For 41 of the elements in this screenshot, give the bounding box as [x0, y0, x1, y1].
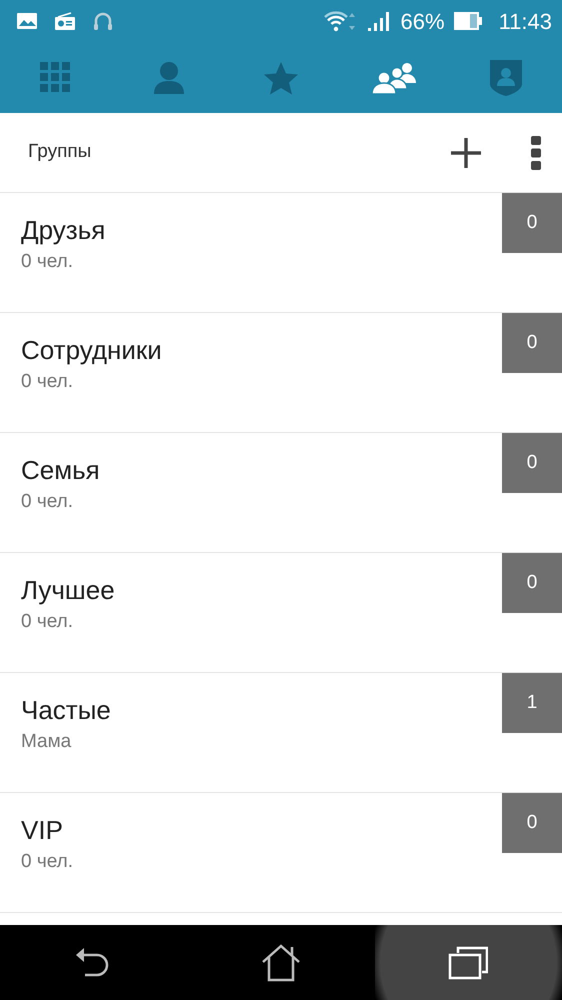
clock-time: 11:43 [498, 8, 552, 36]
member-count: 0 [502, 313, 562, 373]
group-item[interactable]: Друзья 0 чел. 0 [0, 193, 562, 313]
group-item[interactable]: Лучшее 0 чел. 0 [0, 553, 562, 673]
group-members: 0 чел. [21, 250, 74, 274]
group-item[interactable]: Сотрудники 0 чел. 0 [0, 313, 562, 433]
more-options-button[interactable] [530, 134, 542, 170]
battery-percentage: 66% [400, 8, 445, 36]
screen-title: Группы [28, 140, 92, 164]
member-count: 0 [502, 433, 562, 493]
person-icon [152, 60, 185, 94]
group-item[interactable]: Частые Мама 1 [0, 673, 562, 793]
plus-icon [450, 136, 482, 168]
image-icon [16, 11, 38, 31]
more-icon [530, 134, 542, 170]
add-button[interactable] [450, 136, 482, 168]
group-name: Лучшее [21, 575, 115, 606]
headphones-icon [92, 11, 114, 31]
battery-icon [452, 10, 483, 32]
group-name: Сотрудники [21, 335, 162, 366]
home-icon [260, 944, 301, 982]
recent-apps-icon [448, 946, 488, 980]
group-members: 0 чел. [21, 490, 74, 514]
group-members: 0 чел. [21, 850, 74, 874]
group-name: Частые [21, 695, 111, 726]
group-item[interactable]: Семья 0 чел. 0 [0, 433, 562, 553]
member-count: 0 [502, 193, 562, 253]
group-name: Семья [21, 455, 100, 486]
group-members: Мама [21, 730, 72, 754]
group-name: VIP [21, 815, 63, 846]
group-name: Друзья [21, 215, 106, 246]
star-icon [263, 60, 300, 94]
recent-apps-button[interactable] [374, 925, 562, 1000]
member-count: 0 [502, 553, 562, 613]
group-item[interactable]: VIP 0 чел. 0 [0, 793, 562, 913]
group-members: 0 чел. [21, 370, 74, 394]
member-count: 1 [502, 673, 562, 733]
shield-person-icon [488, 58, 523, 96]
radio-icon [54, 11, 76, 31]
group-members: 0 чел. [21, 610, 74, 634]
member-count: 0 [502, 793, 562, 853]
